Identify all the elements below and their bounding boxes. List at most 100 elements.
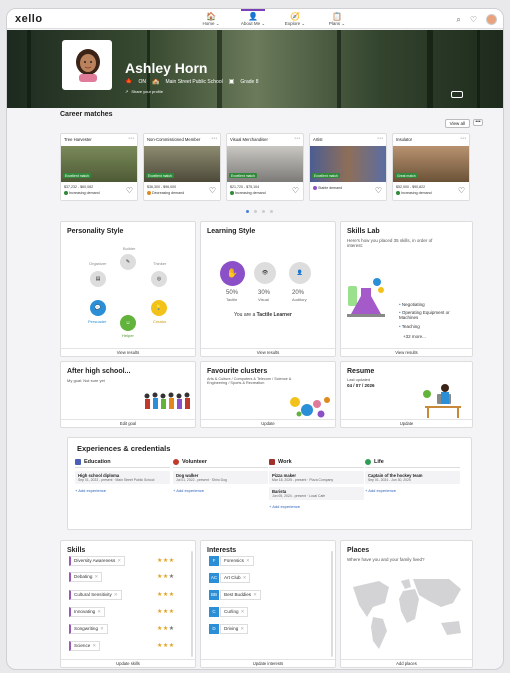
change-banner-button[interactable] — [451, 91, 463, 98]
view-results-button[interactable]: View results — [61, 348, 195, 356]
top-nav: xello 🏠 Home ⌄ 👤 About Me ⌄ 🧭 Explore ⌄ … — [7, 9, 503, 29]
add-experience-link[interactable]: + Add experience — [173, 488, 268, 493]
view-results-button[interactable]: View results — [201, 348, 335, 356]
user-avatar[interactable] — [486, 14, 497, 25]
skill-rating[interactable]: ★★★ — [157, 608, 175, 615]
people-illustration — [144, 392, 190, 409]
skills-lab-more[interactable]: +32 more... — [403, 334, 426, 339]
career-card[interactable]: Visual Merchandiser ⋯ Excellent match $2… — [226, 133, 304, 201]
edit-goal-button[interactable]: Edit goal — [61, 419, 195, 427]
skills-lab-item: • Teaching — [399, 324, 420, 329]
add-experience-link[interactable]: + Add experience — [365, 488, 460, 493]
after-high-school-panel[interactable]: After high school... My goal: Not sure y… — [60, 361, 196, 428]
add-experience-link[interactable]: + Add experience — [269, 504, 364, 509]
remove-icon[interactable]: ✕ — [243, 575, 247, 580]
view-all-button[interactable]: View all — [444, 119, 470, 128]
career-more-button[interactable]: ••• — [473, 119, 483, 126]
carousel-dot[interactable] — [254, 210, 257, 213]
remove-icon[interactable]: ✕ — [94, 574, 98, 579]
places-panel[interactable]: Places Where have you and your family li… — [340, 540, 473, 668]
more-icon[interactable]: ⋯ — [128, 135, 134, 142]
carousel-dot[interactable] — [246, 210, 249, 213]
add-places-button[interactable]: Add places — [341, 659, 472, 667]
profile-avatar[interactable] — [62, 40, 112, 90]
xello-logo[interactable]: xello — [15, 13, 43, 25]
remove-icon[interactable]: ✕ — [100, 626, 104, 631]
demand-icon — [64, 191, 68, 195]
skill-item[interactable]: Cultural Sensitivity ✕ ★★★ — [69, 590, 199, 600]
chevron-down-icon: ⌄ — [301, 21, 306, 26]
remove-icon[interactable]: ✕ — [117, 558, 121, 563]
remove-icon[interactable]: ✕ — [97, 609, 101, 614]
update-button[interactable]: Update — [341, 419, 472, 427]
career-card[interactable]: Insulator ⋯ Great match $52,000 - $90,82… — [392, 133, 470, 201]
more-icon[interactable]: ⋯ — [460, 135, 466, 142]
tree-decoration — [217, 30, 222, 108]
nav-home[interactable]: 🏠 Home ⌄ — [197, 11, 225, 27]
career-matches-title: Career matches — [60, 111, 113, 118]
remove-icon[interactable]: ✕ — [240, 626, 244, 631]
favourite-clusters-panel[interactable]: Favourite clusters Arts & Culture / Comp… — [200, 361, 336, 428]
life-column: Life Captain of the hockey team Sep 01, … — [365, 459, 460, 493]
skill-rating[interactable]: ★★★ — [157, 642, 175, 649]
carousel-dot[interactable] — [270, 210, 273, 213]
remove-icon[interactable]: ✕ — [241, 609, 245, 614]
update-interests-button[interactable]: Update interests — [201, 659, 335, 667]
heart-icon[interactable]: ♡ — [126, 186, 133, 195]
heart-icon[interactable]: ♡ — [292, 186, 299, 195]
career-card[interactable]: Tree Harvester ⋯ Excellent match $37,232… — [60, 133, 138, 201]
compass-icon: 🧭 — [290, 11, 300, 21]
experience-item[interactable]: Barista Jun 05, 2024 - present · Local C… — [269, 487, 364, 500]
search-icon[interactable]: ⌕ — [456, 15, 460, 25]
skill-item[interactable]: Songwriting ✕ ★★★ — [69, 624, 199, 634]
remove-icon[interactable]: ✕ — [246, 558, 250, 563]
chevron-down-icon: ⌄ — [341, 21, 346, 26]
share-profile-link[interactable]: ↗ Share your profile — [125, 89, 163, 94]
more-icon[interactable]: ⋯ — [294, 135, 300, 142]
skill-rating[interactable]: ★★★ — [157, 557, 175, 564]
remove-icon[interactable]: ✕ — [114, 592, 118, 597]
carousel-dot[interactable] — [262, 210, 265, 213]
organizer-icon: ▤ — [90, 271, 106, 287]
update-button[interactable]: Update — [201, 419, 335, 427]
scrollbar[interactable] — [331, 551, 333, 657]
nav-plans[interactable]: 📋 Plans ⌄ — [323, 11, 351, 27]
nav-about-me[interactable]: 👤 About Me ⌄ — [239, 9, 267, 27]
skill-rating[interactable]: ★★★ — [157, 625, 175, 632]
helper-icon: ☺ — [120, 315, 136, 331]
experience-item[interactable]: Pizza maker Mar 18, 2025 - present · Piz… — [269, 471, 364, 484]
heart-icon[interactable]: ♡ — [375, 186, 382, 195]
career-card[interactable]: Artist ⋯ Excellent match Stable demand ♡ — [309, 133, 387, 201]
experience-item[interactable]: Captain of the hockey team Sep 01, 2024 … — [365, 471, 460, 484]
more-icon[interactable]: ⋯ — [211, 135, 217, 142]
personality-style-panel[interactable]: Personality Style Builder ✎ Organizer ▤ … — [60, 221, 196, 357]
heart-icon[interactable]: ♡ — [470, 15, 477, 24]
remove-icon[interactable]: ✕ — [253, 592, 257, 597]
resume-panel[interactable]: Resume Last updated 04 / 07 / 2026 Updat… — [340, 361, 473, 428]
skill-rating[interactable]: ★★★ — [157, 591, 175, 598]
more-icon[interactable]: ⋯ — [377, 135, 383, 142]
volunteer-column: Volunteer Dog walker Jul 01, 2022 - pres… — [173, 459, 268, 493]
career-card[interactable]: Non-Commissioned Member ⋯ Excellent matc… — [143, 133, 221, 201]
add-experience-link[interactable]: + Add experience — [75, 488, 170, 493]
update-skills-button[interactable]: Update skills — [61, 659, 195, 667]
skill-item[interactable]: Debating ✕ ★★★ — [69, 572, 199, 582]
heart-icon[interactable]: ♡ — [458, 186, 465, 195]
profile-hero: Ashley Horn 🍁 ON 🏫 Main Street Public Sc… — [7, 30, 503, 108]
heart-icon[interactable]: ♡ — [209, 186, 216, 195]
learning-style-panel[interactable]: Learning Style ✋ 👁 👤 50% Tactile 30% Vis… — [200, 221, 336, 357]
skill-item[interactable]: Diversity Awareness ✕ ★★★ — [69, 556, 199, 566]
world-map-illustration[interactable] — [349, 573, 467, 653]
remove-icon[interactable]: ✕ — [92, 643, 96, 648]
skill-item[interactable]: Science ✕ ★★★ — [69, 641, 199, 651]
experience-item[interactable]: Dog walker Jul 01, 2022 - present · Shir… — [173, 471, 268, 484]
skill-rating[interactable]: ★★★ — [157, 573, 175, 580]
nav-explore[interactable]: 🧭 Explore ⌄ — [281, 11, 309, 27]
view-results-button[interactable]: View results — [341, 348, 472, 356]
experience-item[interactable]: High school diploma Sep 01, 2023 - prese… — [75, 471, 170, 484]
career-cards: Tree Harvester ⋯ Excellent match $37,232… — [60, 133, 470, 201]
skill-item[interactable]: Innovating ✕ ★★★ — [69, 607, 199, 617]
skills-lab-panel[interactable]: Skills Lab Here's how you placed 35 skil… — [340, 221, 473, 357]
skills-lab-item: • Negotiating — [399, 302, 425, 307]
life-icon — [365, 459, 371, 465]
